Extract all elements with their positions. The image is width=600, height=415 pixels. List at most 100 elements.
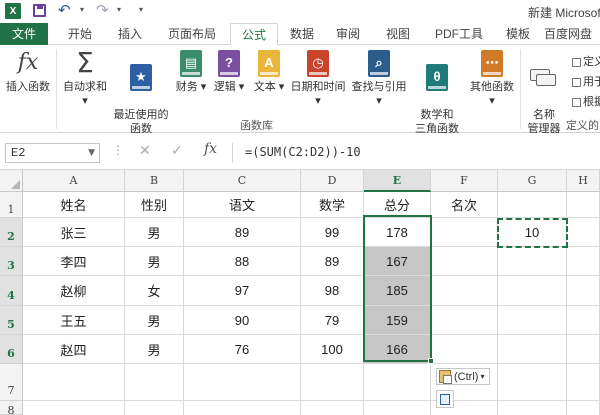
- cell-b5[interactable]: 男: [125, 306, 184, 335]
- paste-options-button[interactable]: (Ctrl) ▾: [436, 368, 490, 385]
- cell-a1[interactable]: 姓名: [23, 192, 125, 218]
- cell-g4[interactable]: [498, 276, 567, 306]
- cell-f6[interactable]: [431, 335, 498, 364]
- column-header-a[interactable]: A: [23, 170, 125, 192]
- cell-f1[interactable]: 名次: [431, 192, 498, 218]
- cell-h7[interactable]: [567, 364, 600, 401]
- customize-qat-icon[interactable]: ▾: [139, 5, 143, 14]
- cell-c8[interactable]: [184, 401, 301, 415]
- cell-d8[interactable]: [301, 401, 364, 415]
- tab-insert[interactable]: 插入: [108, 23, 152, 45]
- name-box[interactable]: E2 ▼: [5, 143, 100, 163]
- cell-f4[interactable]: [431, 276, 498, 306]
- create-from-selection-button[interactable]: 根据: [572, 93, 600, 109]
- tab-file[interactable]: 文件: [0, 23, 48, 45]
- cell-a2[interactable]: 张三: [23, 218, 125, 247]
- column-header-e[interactable]: E: [364, 170, 431, 192]
- cell-f3[interactable]: [431, 247, 498, 276]
- cell-e4[interactable]: 185: [364, 276, 431, 306]
- column-header-d[interactable]: D: [301, 170, 364, 192]
- cell-h4[interactable]: [567, 276, 600, 306]
- insert-function-fx-icon[interactable]: fx: [204, 141, 217, 157]
- cell-c1[interactable]: 语文: [184, 192, 301, 218]
- redo-dropdown-icon[interactable]: ▾: [117, 5, 121, 14]
- cell-d7[interactable]: [301, 364, 364, 401]
- finance-button[interactable]: ▤ 财务 ▾: [174, 48, 208, 94]
- tab-pdf-tools[interactable]: PDF工具: [428, 23, 490, 45]
- row-header-6[interactable]: 6: [0, 335, 23, 364]
- worksheet-grid[interactable]: A B C D E F G H 1 2 3 4 5 6 7 8 姓名 性别 语文…: [0, 170, 600, 415]
- cell-a8[interactable]: [23, 401, 125, 415]
- cell-c5[interactable]: 90: [184, 306, 301, 335]
- cell-e2[interactable]: 178: [364, 218, 431, 247]
- column-header-h[interactable]: H: [567, 170, 600, 192]
- row-header-2[interactable]: 2: [0, 218, 23, 247]
- cell-e6[interactable]: 166: [364, 335, 431, 364]
- cell-e3[interactable]: 167: [364, 247, 431, 276]
- more-functions-button[interactable]: ⋯ 其他函数 ▾: [466, 48, 518, 108]
- quick-analysis-button[interactable]: [436, 390, 454, 408]
- logical-button[interactable]: ? 逻辑 ▾: [212, 48, 246, 94]
- cell-d1[interactable]: 数学: [301, 192, 364, 218]
- cell-a4[interactable]: 赵柳: [23, 276, 125, 306]
- tab-home[interactable]: 开始: [58, 23, 102, 45]
- tab-review[interactable]: 审阅: [326, 23, 370, 45]
- cell-b1[interactable]: 性别: [125, 192, 184, 218]
- redo-icon[interactable]: ↷: [96, 1, 109, 19]
- cell-e5[interactable]: 159: [364, 306, 431, 335]
- cell-h2[interactable]: [567, 218, 600, 247]
- tab-page-layout[interactable]: 页面布局: [160, 23, 224, 45]
- cell-b2[interactable]: 男: [125, 218, 184, 247]
- cell-b6[interactable]: 男: [125, 335, 184, 364]
- tab-data[interactable]: 数据: [280, 23, 324, 45]
- cell-h6[interactable]: [567, 335, 600, 364]
- cell-a7[interactable]: [23, 364, 125, 401]
- cell-a6[interactable]: 赵四: [23, 335, 125, 364]
- cell-d3[interactable]: 89: [301, 247, 364, 276]
- cell-b3[interactable]: 男: [125, 247, 184, 276]
- text-button[interactable]: A 文本 ▾: [252, 48, 286, 94]
- cell-b8[interactable]: [125, 401, 184, 415]
- cell-g5[interactable]: [498, 306, 567, 335]
- cell-c2[interactable]: 89: [184, 218, 301, 247]
- row-header-4[interactable]: 4: [0, 276, 23, 306]
- cell-d5[interactable]: 79: [301, 306, 364, 335]
- lookup-reference-button[interactable]: ⌕ 查找与引用 ▾: [348, 48, 410, 108]
- cell-f2[interactable]: [431, 218, 498, 247]
- use-in-formula-button[interactable]: 用于: [572, 73, 600, 89]
- cell-c3[interactable]: 88: [184, 247, 301, 276]
- cell-c4[interactable]: 97: [184, 276, 301, 306]
- cancel-icon[interactable]: ✕: [139, 142, 151, 159]
- define-name-button[interactable]: 定义: [572, 53, 600, 69]
- cell-a3[interactable]: 李四: [23, 247, 125, 276]
- formula-bar-splitter-icon[interactable]: ⋮: [112, 143, 124, 157]
- cell-d2[interactable]: 99: [301, 218, 364, 247]
- cell-g8[interactable]: [498, 401, 567, 415]
- cell-a5[interactable]: 王五: [23, 306, 125, 335]
- autosum-button[interactable]: Σ 自动求和 ▾: [60, 48, 110, 108]
- cell-h8[interactable]: [567, 401, 600, 415]
- datetime-button[interactable]: ◷ 日期和时间 ▾: [288, 48, 348, 108]
- cell-h5[interactable]: [567, 306, 600, 335]
- chevron-down-icon[interactable]: ▼: [88, 144, 95, 162]
- cell-g1[interactable]: [498, 192, 567, 218]
- enter-icon[interactable]: ✓: [171, 142, 183, 159]
- row-header-7[interactable]: 7: [0, 364, 23, 401]
- row-header-1[interactable]: 1: [0, 192, 23, 218]
- tab-view[interactable]: 视图: [376, 23, 420, 45]
- cell-g6[interactable]: [498, 335, 567, 364]
- insert-function-button[interactable]: fx 插入函数: [2, 48, 54, 94]
- cell-c7[interactable]: [184, 364, 301, 401]
- column-header-f[interactable]: F: [431, 170, 498, 192]
- undo-icon[interactable]: ↶: [58, 1, 71, 19]
- select-all-corner[interactable]: [0, 170, 23, 192]
- undo-dropdown-icon[interactable]: ▾: [80, 5, 84, 14]
- column-header-g[interactable]: G: [498, 170, 567, 192]
- cell-e8[interactable]: [364, 401, 431, 415]
- cell-c6[interactable]: 76: [184, 335, 301, 364]
- cell-h3[interactable]: [567, 247, 600, 276]
- tab-template[interactable]: 模板: [496, 23, 540, 45]
- row-header-8[interactable]: 8: [0, 401, 23, 415]
- cell-b7[interactable]: [125, 364, 184, 401]
- cell-b4[interactable]: 女: [125, 276, 184, 306]
